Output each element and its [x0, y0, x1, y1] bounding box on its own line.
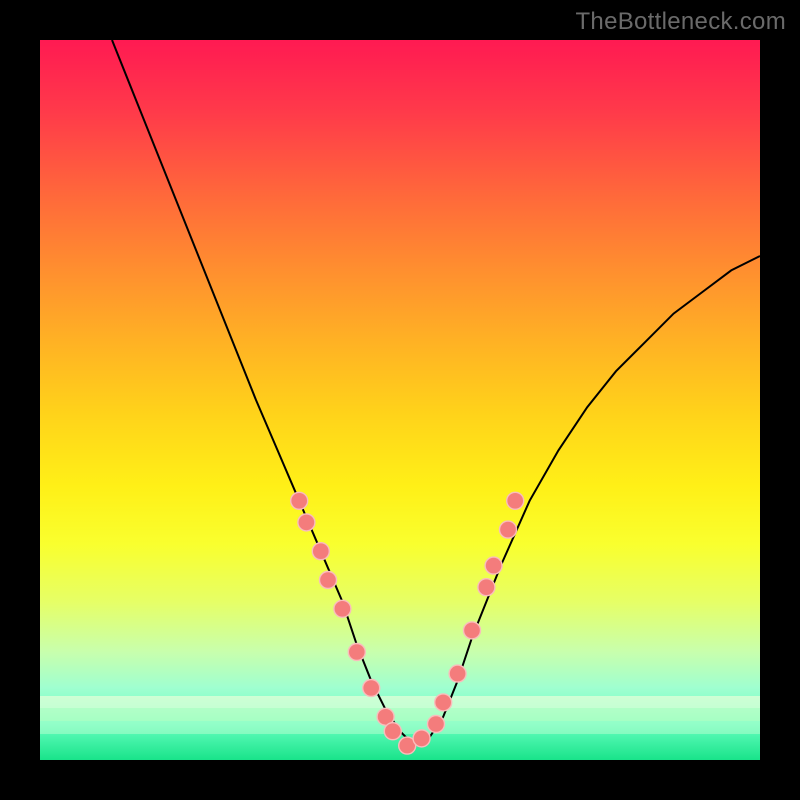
chart-frame: TheBottleneck.com — [0, 0, 800, 800]
data-point — [500, 521, 517, 538]
data-point — [449, 665, 466, 682]
data-point — [485, 557, 502, 574]
data-point — [478, 579, 495, 596]
chart-svg — [40, 40, 760, 760]
data-point — [334, 600, 351, 617]
data-point — [320, 572, 337, 589]
data-point — [298, 514, 315, 531]
bottleneck-curve-line — [112, 40, 760, 746]
data-point — [428, 716, 445, 733]
data-point — [413, 730, 430, 747]
plot-area — [40, 40, 760, 760]
data-point — [348, 644, 365, 661]
data-point — [363, 680, 380, 697]
watermark-text: TheBottleneck.com — [575, 8, 786, 36]
data-point — [384, 723, 401, 740]
data-point — [507, 492, 524, 509]
data-point — [435, 694, 452, 711]
data-point — [464, 622, 481, 639]
marker-group — [291, 492, 524, 754]
data-point — [312, 543, 329, 560]
data-point — [291, 492, 308, 509]
